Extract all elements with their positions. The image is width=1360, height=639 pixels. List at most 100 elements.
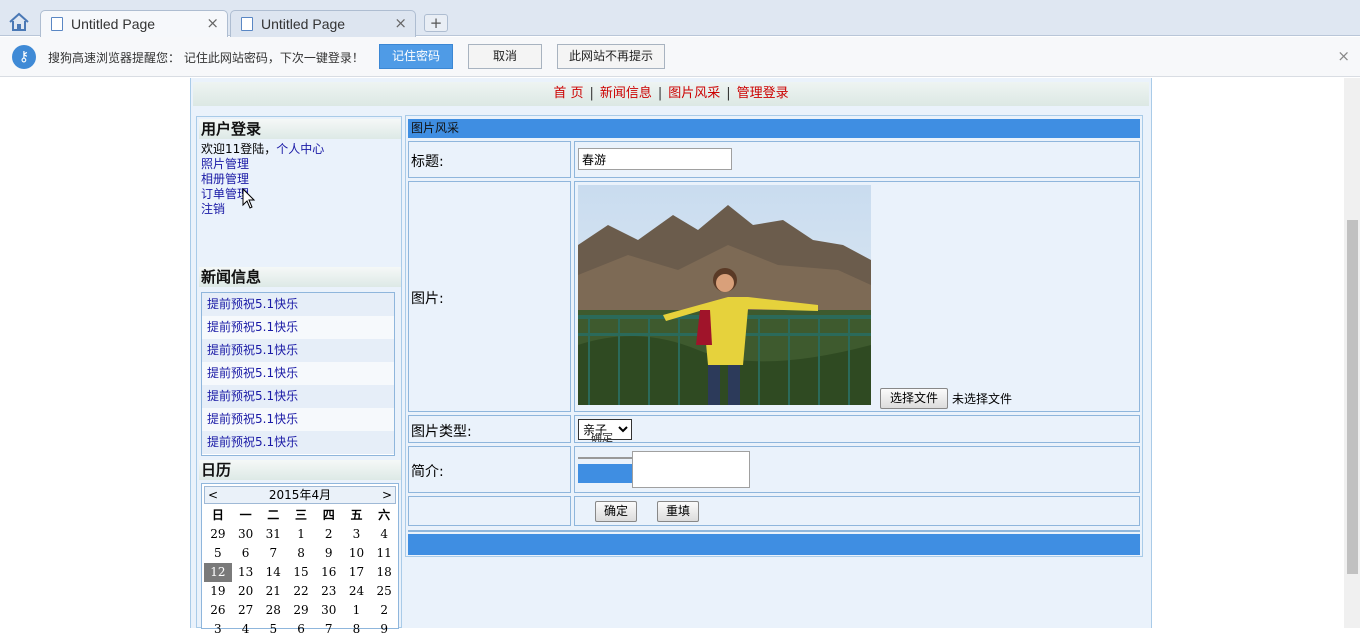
calendar-day[interactable]: 29 (204, 525, 232, 544)
new-tab-button[interactable]: + (424, 14, 448, 32)
prev-month-button[interactable]: < (208, 487, 218, 503)
intro-textarea[interactable] (632, 451, 750, 488)
home-icon[interactable] (8, 12, 30, 32)
title-input[interactable] (578, 148, 732, 170)
calendar-day[interactable]: 6 (287, 620, 315, 639)
calendar-day[interactable]: 24 (343, 582, 371, 601)
close-tab-icon[interactable]: × (206, 14, 219, 32)
browser-tab-bar: Untitled Page × Untitled Page × + (0, 0, 1360, 37)
nav-photos[interactable]: 图片风采 (668, 86, 720, 101)
calendar-day[interactable]: 30 (315, 601, 343, 620)
calendar-day[interactable]: 8 (343, 620, 371, 639)
weekday-label: 五 (350, 508, 363, 522)
calendar-day[interactable]: 25 (370, 582, 398, 601)
calendar-day[interactable]: 7 (315, 620, 343, 639)
remember-password-button[interactable]: 记住密码 (379, 44, 453, 69)
calendar-day[interactable]: 11 (370, 544, 398, 563)
calendar-day[interactable]: 1 (287, 525, 315, 544)
news-link[interactable]: 提前预祝5.1快乐 (207, 389, 298, 403)
news-header: 新闻信息 (199, 267, 401, 287)
news-link[interactable]: 提前预祝5.1快乐 (207, 297, 298, 311)
notice-text: 搜狗高速浏览器提醒您： 记住此网站密码，下次一键登录！ (48, 51, 364, 65)
no-file-text: 未选择文件 (952, 392, 1013, 406)
logout-link[interactable]: 注销 (201, 202, 225, 216)
close-icon[interactable]: × (1337, 47, 1350, 65)
title-label: 标题: (411, 154, 444, 170)
calendar-grid: 日一二三四五六 29 30 31 1 2 3 4 5 6 7 8 9 10 11 12 13 14 15 16 17 18… (204, 506, 398, 639)
page-icon (51, 17, 63, 31)
calendar-day[interactable]: 3 (343, 525, 371, 544)
key-icon: ⚷ (12, 45, 36, 69)
album-manage-link[interactable]: 相册管理 (201, 172, 249, 186)
calendar-day[interactable]: 7 (259, 544, 287, 563)
cancel-button[interactable]: 取消 (468, 44, 542, 69)
calendar-day[interactable]: 27 (232, 601, 260, 620)
calendar-day[interactable]: 2 (315, 525, 343, 544)
calendar-day[interactable]: 16 (315, 563, 343, 582)
page-frame: 首 页 | 新闻信息 | 图片风采 | 管理登录 用户登录 欢迎11登陆，个人中心 照片管理… (190, 78, 1152, 636)
nav-separator: | (726, 86, 731, 101)
user-login-header: 用户登录 (199, 119, 401, 139)
calendar-day[interactable]: 3 (204, 620, 232, 639)
form-label-cell: 图片: (408, 181, 571, 412)
nav-home[interactable]: 首 页 (553, 86, 583, 101)
calendar-day[interactable]: 9 (370, 620, 398, 639)
scrollbar-thumb[interactable] (1347, 220, 1358, 574)
calendar-day[interactable]: 29 (287, 601, 315, 620)
password-notice-bar: ⚷ 搜狗高速浏览器提醒您： 记住此网站密码，下次一键登录！ 记住密码 取消 此网… (0, 37, 1360, 77)
vertical-scrollbar[interactable] (1344, 78, 1360, 628)
news-link[interactable]: 提前预祝5.1快乐 (207, 320, 298, 334)
calendar-day[interactable]: 4 (370, 525, 398, 544)
close-tab-icon[interactable]: × (394, 14, 407, 32)
news-link[interactable]: 提前预祝5.1快乐 (207, 343, 298, 357)
tab-untitled-page-2[interactable]: Untitled Page × (230, 10, 416, 37)
user-links: 欢迎11登陆，个人中心 照片管理 相册管理 订单管理 注销 (201, 142, 324, 217)
calendar-day[interactable]: 14 (259, 563, 287, 582)
calendar-day[interactable]: 17 (343, 563, 371, 582)
calendar-week-row: 26 27 28 29 30 1 2 (204, 601, 398, 620)
calendar-day[interactable]: 23 (315, 582, 343, 601)
calendar-day[interactable]: 12 (204, 563, 232, 582)
calendar-weekday-row: 日 一 二 三四 五 六 (204, 506, 398, 525)
personal-center-link[interactable]: 个人中心 (276, 142, 324, 156)
calendar-day[interactable]: 21 (259, 582, 287, 601)
calendar-day[interactable]: 18 (370, 563, 398, 582)
calendar-day[interactable]: 5 (259, 620, 287, 639)
calendar-day[interactable]: 6 (232, 544, 260, 563)
submit-button[interactable]: 确定 (595, 501, 637, 522)
news-link[interactable]: 提前预祝5.1快乐 (207, 366, 298, 380)
news-link[interactable]: 提前预祝5.1快乐 (207, 412, 298, 426)
choose-file-button[interactable]: 选择文件 (880, 388, 948, 409)
nav-news[interactable]: 新闻信息 (600, 86, 652, 101)
calendar-day[interactable]: 30 (232, 525, 260, 544)
photo-manage-link[interactable]: 照片管理 (201, 157, 249, 171)
next-month-button[interactable]: > (382, 487, 392, 503)
calendar-day[interactable]: 19 (204, 582, 232, 601)
calendar-day[interactable]: 2 (370, 601, 398, 620)
calendar-day[interactable]: 22 (287, 582, 315, 601)
calendar-day[interactable]: 15 (287, 563, 315, 582)
form-label-cell: 简介: (408, 446, 571, 493)
form-label-cell: 标题: (408, 141, 571, 178)
calendar-day[interactable]: 13 (232, 563, 260, 582)
welcome-text: 欢迎11登陆， (201, 142, 277, 156)
never-prompt-button[interactable]: 此网站不再提示 (557, 44, 665, 69)
calendar-day[interactable]: 31 (259, 525, 287, 544)
form-row-image: 图片: 选择文件 未选择文件 (408, 181, 1140, 412)
calendar-day[interactable]: 1 (343, 601, 371, 620)
calendar-day[interactable]: 9 (315, 544, 343, 563)
weekday-label: 六 (378, 508, 391, 522)
left-sidebar: 用户登录 欢迎11登陆，个人中心 照片管理 相册管理 订单管理 注销 新闻信息 … (196, 116, 402, 636)
calendar-day[interactable]: 20 (232, 582, 260, 601)
weekday-label: 三 (295, 508, 308, 522)
news-link[interactable]: 提前预祝5.1快乐 (207, 435, 298, 449)
tab-untitled-page-1[interactable]: Untitled Page × (40, 10, 228, 37)
calendar-day[interactable]: 10 (343, 544, 371, 563)
calendar-day[interactable]: 5 (204, 544, 232, 563)
calendar-day[interactable]: 26 (204, 601, 232, 620)
calendar-day[interactable]: 8 (287, 544, 315, 563)
reset-button[interactable]: 重填 (657, 501, 699, 522)
calendar-day[interactable]: 28 (259, 601, 287, 620)
nav-admin-login[interactable]: 管理登录 (737, 86, 789, 101)
calendar-day[interactable]: 4 (232, 620, 260, 639)
